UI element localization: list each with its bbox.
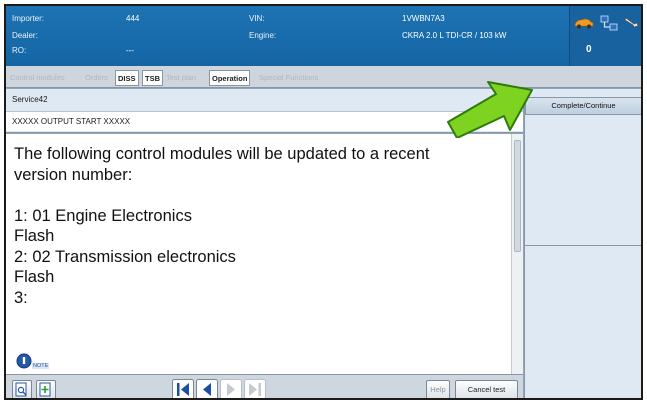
info-note-button[interactable]: NOTE <box>16 352 50 372</box>
document-plus-icon <box>39 382 51 397</box>
tab-orders[interactable]: Orders <box>83 70 110 86</box>
car-icon[interactable] <box>574 17 594 29</box>
engine-label: Engine: <box>249 31 277 40</box>
scrollbar-thumb[interactable] <box>514 140 521 252</box>
green-arrow-indicator <box>447 81 533 138</box>
diagnostic-window: Importer: 444 Dealer: RO: --- VIN: 1VWBN… <box>4 4 643 400</box>
info-icon <box>16 353 32 369</box>
document-view-button[interactable] <box>12 380 32 398</box>
counter-value: 0 <box>586 44 592 55</box>
message-line: 1: 01 Engine Electronics <box>14 206 192 225</box>
first-page-button[interactable] <box>172 379 194 398</box>
message-line: 2: 02 Transmission electronics <box>14 247 236 266</box>
message-line: The following control modules will be up… <box>14 145 430 163</box>
skip-first-icon <box>172 379 194 398</box>
tab-test-plan[interactable]: Test plan <box>164 70 198 86</box>
complete-continue-button[interactable]: Complete/Continue <box>525 97 641 115</box>
message-line: Flash <box>14 227 55 245</box>
panel-divider <box>525 245 641 246</box>
service-label: Service42 <box>12 95 48 104</box>
tab-bar: Control modules Orders DISS TSB Test pla… <box>6 66 641 88</box>
tab-diss[interactable]: DISS <box>115 70 139 86</box>
last-page-button[interactable] <box>244 379 266 398</box>
vin-value: 1VWBN7A3 <box>402 14 445 23</box>
message-text: The following control modules will be up… <box>14 144 504 308</box>
engine-value: CKRA 2.0 L TDI-CR / 103 kW <box>402 31 507 40</box>
vehicle-info-header: Importer: 444 Dealer: RO: --- VIN: 1VWBN… <box>6 6 641 66</box>
network-icon[interactable] <box>600 14 618 32</box>
next-page-button[interactable] <box>220 379 242 398</box>
message-line: Flash <box>14 268 55 286</box>
status-icons-area: 0 <box>569 6 641 66</box>
tab-tsb[interactable]: TSB <box>142 70 163 86</box>
message-line: version number: <box>14 165 133 184</box>
tab-operation[interactable]: Operation <box>209 70 251 86</box>
arrow-left-icon <box>196 379 218 398</box>
output-start-label: XXXXX OUTPUT START XXXXX <box>12 117 131 126</box>
info-note-label: NOTE <box>32 363 50 369</box>
tab-special-functions[interactable]: Special Functions <box>257 70 320 86</box>
message-line <box>14 185 504 206</box>
skip-last-icon <box>244 379 266 398</box>
tab-control-modules[interactable]: Control modules <box>8 70 67 86</box>
right-action-panel: Complete/Continue <box>524 89 641 398</box>
arrow-right-icon <box>220 379 242 398</box>
importer-value: 444 <box>126 14 140 23</box>
dealer-label: Dealer: <box>12 31 38 40</box>
help-button[interactable]: Help <box>426 380 450 398</box>
document-search-icon <box>15 382 27 397</box>
ro-label: RO: <box>12 46 27 55</box>
document-add-button[interactable] <box>36 380 56 398</box>
previous-page-button[interactable] <box>196 379 218 398</box>
ro-value: --- <box>126 46 134 55</box>
bottom-toolbar: Help Cancel test <box>6 374 523 398</box>
connector-icon[interactable] <box>624 14 640 30</box>
vin-label: VIN: <box>249 14 265 23</box>
message-line: 3: <box>14 288 28 307</box>
message-area: The following control modules will be up… <box>6 134 523 376</box>
cancel-test-button[interactable]: Cancel test <box>455 380 518 398</box>
message-scrollbar[interactable] <box>511 134 523 376</box>
importer-label: Importer: <box>12 14 45 23</box>
